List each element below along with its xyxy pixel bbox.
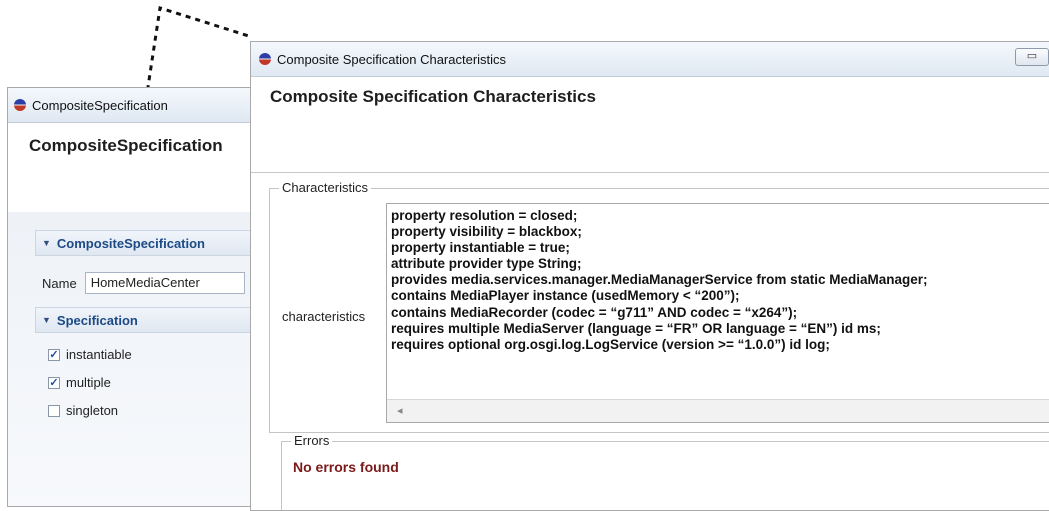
triangle-down-icon[interactable]: ▼ xyxy=(42,238,51,248)
characteristic-line: property resolution = closed; xyxy=(391,208,578,223)
checkbox-multiple[interactable]: ✓ multiple xyxy=(48,375,111,390)
characteristic-line: contains MediaPlayer instance (usedMemor… xyxy=(391,288,740,304)
checkmark-icon[interactable]: ✓ xyxy=(48,348,60,361)
name-field[interactable]: HomeMediaCenter xyxy=(84,272,245,294)
characteristics-window: Composite Specification Characteristics … xyxy=(250,41,1049,511)
checkbox-instantiable[interactable]: ✓ instantiable xyxy=(48,347,132,362)
eclipse-icon xyxy=(14,99,26,111)
right-window-title: Composite Specification Characteristics xyxy=(277,51,507,67)
checkbox-label: instantiable xyxy=(66,347,132,362)
section-specification[interactable]: ▼ Specification xyxy=(35,307,256,333)
checkbox-singleton[interactable]: singleton xyxy=(48,403,118,418)
errors-group-label: Errors xyxy=(291,433,333,448)
right-page-title: Composite Specification Characteristics xyxy=(270,87,596,106)
right-window-titlebar[interactable]: Composite Specification Characteristics xyxy=(251,42,1049,77)
minimize-button[interactable]: ▭ xyxy=(1015,48,1049,66)
characteristic-line: requires multiple MediaServer (language … xyxy=(391,320,881,336)
checkbox-label: multiple xyxy=(66,375,111,390)
left-page-title: CompositeSpecification xyxy=(29,136,223,155)
errors-message: No errors found xyxy=(293,459,399,475)
characteristics-label: characteristics xyxy=(282,309,366,324)
characteristic-line: property instantiable = true; xyxy=(391,240,570,256)
characteristic-line: attribute provider type String; xyxy=(391,256,582,272)
composite-specification-window: CompositeSpecification CompositeSpecific… xyxy=(7,87,257,507)
characteristic-line: requires optional org.osgi.log.LogServic… xyxy=(391,336,830,352)
name-row: Name HomeMediaCenter xyxy=(42,272,245,294)
chevron-left-icon[interactable]: ◂ xyxy=(397,404,403,417)
errors-group: Errors No errors found xyxy=(281,433,1049,510)
characteristics-textarea[interactable]: property resolution = closed; property v… xyxy=(386,203,1049,423)
section-composite-specification[interactable]: ▼ CompositeSpecification xyxy=(35,230,256,256)
triangle-down-icon[interactable]: ▼ xyxy=(42,315,51,325)
section-label: CompositeSpecification xyxy=(56,235,205,251)
checkbox-label: singleton xyxy=(66,403,119,418)
characteristic-line: provides media.services.manager.MediaMan… xyxy=(391,272,928,288)
checkbox-empty[interactable] xyxy=(48,404,60,417)
horizontal-scrollbar[interactable]: ◂ xyxy=(387,399,1049,422)
characteristics-group-label: Characteristics xyxy=(279,180,371,195)
characteristics-lines: property resolution = closed; property v… xyxy=(387,204,1049,353)
left-form-body xyxy=(8,212,256,506)
characteristic-line: property visibility = blackbox; xyxy=(391,224,582,240)
section-label: Specification xyxy=(56,312,138,328)
left-window-titlebar[interactable]: CompositeSpecification xyxy=(8,88,256,123)
minimize-icon: ▭ xyxy=(1026,50,1038,62)
right-window-header: Composite Specification Characteristics xyxy=(251,87,1049,173)
characteristics-group: Characteristics characteristics property… xyxy=(269,180,1049,433)
left-window-title: CompositeSpecification xyxy=(32,97,168,113)
checkmark-icon[interactable]: ✓ xyxy=(48,376,60,389)
eclipse-icon xyxy=(259,53,271,65)
characteristic-line: contains MediaRecorder (codec = “g711” A… xyxy=(391,304,798,320)
name-label: Name xyxy=(42,275,77,291)
